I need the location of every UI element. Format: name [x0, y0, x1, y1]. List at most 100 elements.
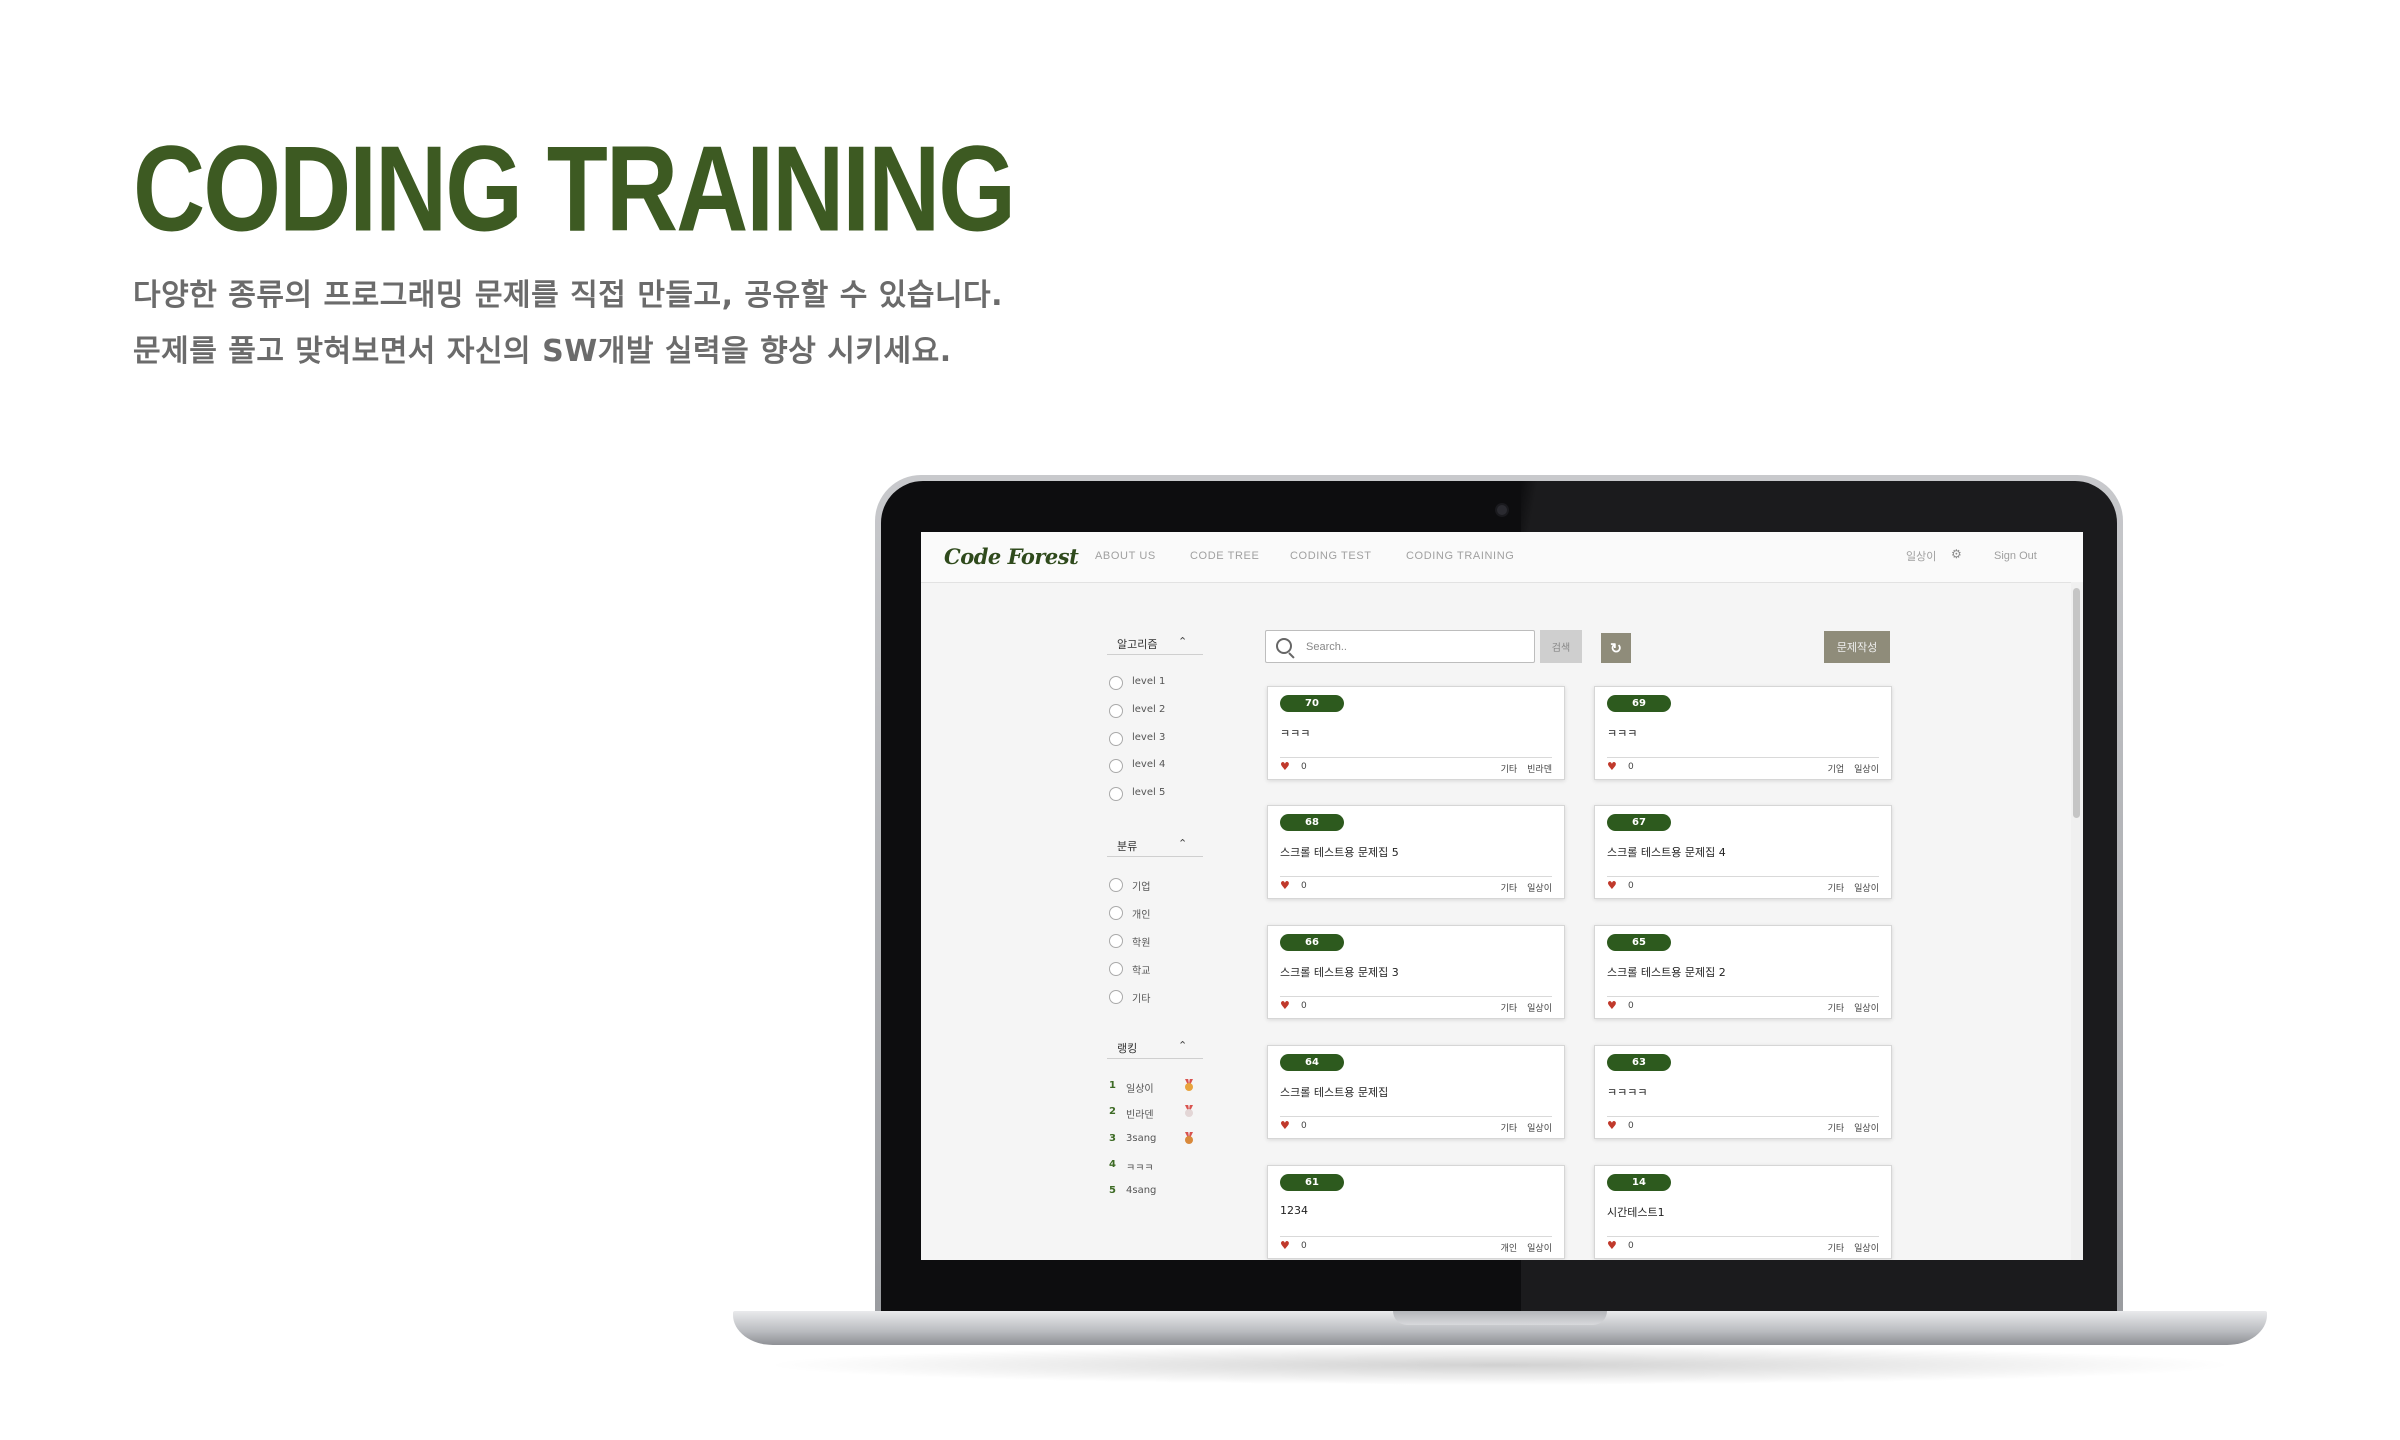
radio-button[interactable] — [1109, 934, 1123, 948]
nav-about-us[interactable]: ABOUT US — [1095, 550, 1156, 562]
radio-button[interactable] — [1109, 990, 1123, 1004]
heart-icon[interactable]: ♥ — [1607, 760, 1617, 773]
chevron-up-icon[interactable]: ⌃ — [1178, 635, 1187, 648]
problem-card[interactable]: 14 시간테스트1 ♥ 0 기타 일상이 — [1594, 1165, 1892, 1259]
laptop-shadow — [760, 1345, 2240, 1385]
radio-button[interactable] — [1109, 676, 1123, 690]
problem-author: 일상이 — [1854, 765, 1879, 775]
like-count: 0 — [1628, 1241, 1634, 1251]
problem-id-badge: 61 — [1280, 1174, 1344, 1191]
category-filter-label: 분류 — [1117, 840, 1138, 853]
app-screen: Code Forest ABOUT US CODE TREE CODING TE… — [921, 532, 2083, 1260]
like-count: 0 — [1301, 1121, 1307, 1131]
problem-category: 기타 — [1500, 884, 1518, 894]
nav-coding-test[interactable]: CODING TEST — [1290, 550, 1372, 562]
problem-card[interactable]: 64 스크롤 테스트용 문제집 ♥ 0 기타 일상이 — [1267, 1045, 1565, 1139]
heart-icon[interactable]: ♥ — [1280, 999, 1290, 1012]
problem-title[interactable]: 스크롤 테스트용 문제집 5 — [1280, 844, 1399, 860]
problem-category: 기타 — [1827, 1244, 1845, 1254]
search-button[interactable]: 검색 — [1540, 630, 1582, 663]
problem-card[interactable]: 69 ㅋㅋㅋ ♥ 0 기업 일상이 — [1594, 686, 1892, 780]
problem-id-badge: 69 — [1607, 695, 1671, 712]
problem-id-badge: 66 — [1280, 934, 1344, 951]
problem-card[interactable]: 67 스크롤 테스트용 문제집 4 ♥ 0 기타 일상이 — [1594, 805, 1892, 899]
heart-icon[interactable]: ♥ — [1607, 1119, 1617, 1132]
search-input[interactable] — [1306, 638, 1526, 656]
problem-id-badge: 67 — [1607, 814, 1671, 831]
like-count: 0 — [1628, 1001, 1634, 1011]
refresh-icon[interactable]: ↻ — [1601, 633, 1631, 663]
nav-code-tree[interactable]: CODE TREE — [1190, 550, 1259, 562]
heart-icon[interactable]: ♥ — [1280, 879, 1290, 892]
problem-card[interactable]: 68 스크롤 테스트용 문제집 5 ♥ 0 기타 일상이 — [1267, 805, 1565, 899]
nav-coding-training[interactable]: CODING TRAINING — [1406, 550, 1514, 562]
problem-title[interactable]: 스크롤 테스트용 문제집 2 — [1607, 964, 1726, 980]
scrollbar-thumb[interactable] — [2073, 588, 2080, 818]
radio-button[interactable] — [1109, 704, 1123, 718]
radio-button[interactable] — [1109, 759, 1123, 773]
heart-icon[interactable]: ♥ — [1280, 1119, 1290, 1132]
category-filter-header[interactable]: 분류 ⌃ — [1107, 836, 1203, 857]
heart-icon[interactable]: ♥ — [1607, 1239, 1617, 1252]
like-count: 0 — [1301, 881, 1307, 891]
problem-card[interactable]: 65 스크롤 테스트용 문제집 2 ♥ 0 기타 일상이 — [1594, 925, 1892, 1019]
problem-title[interactable]: 스크롤 테스트용 문제집 3 — [1280, 964, 1399, 980]
problem-title[interactable]: ㅋㅋㅋㅋ — [1607, 1084, 1647, 1100]
radio-button[interactable] — [1109, 878, 1123, 892]
radio-button[interactable] — [1109, 732, 1123, 746]
problem-card[interactable]: 66 스크롤 테스트용 문제집 3 ♥ 0 기타 일상이 — [1267, 925, 1565, 1019]
problem-author: 일상이 — [1527, 1124, 1552, 1134]
ranking-header[interactable]: 랭킹 ⌃ — [1107, 1038, 1203, 1059]
like-count: 0 — [1301, 1001, 1307, 1011]
like-count: 0 — [1628, 762, 1634, 772]
problem-author: 일상이 — [1854, 1244, 1879, 1254]
problem-card[interactable]: 70 ㅋㅋㅋ ♥ 0 기타 빈라덴 — [1267, 686, 1565, 780]
sign-out-link[interactable]: Sign Out — [1994, 550, 2037, 562]
problem-category: 기타 — [1500, 1004, 1518, 1014]
problem-title[interactable]: 스크롤 테스트용 문제집 4 — [1607, 844, 1726, 860]
heart-icon[interactable]: ♥ — [1607, 879, 1617, 892]
problem-author: 일상이 — [1854, 1124, 1879, 1134]
laptop-base-notch — [1393, 1311, 1607, 1325]
gear-icon[interactable]: ⚙ — [1951, 547, 1962, 561]
problem-title[interactable]: 스크롤 테스트용 문제집 — [1280, 1084, 1388, 1100]
problem-id-badge: 64 — [1280, 1054, 1344, 1071]
problem-card[interactable]: 63 ㅋㅋㅋㅋ ♥ 0 기타 일상이 — [1594, 1045, 1892, 1139]
brand-logo[interactable]: Code Forest — [944, 544, 1079, 569]
problem-category: 기타 — [1500, 765, 1518, 775]
like-count: 0 — [1628, 881, 1634, 891]
navbar: Code Forest ABOUT US CODE TREE CODING TE… — [921, 532, 2083, 583]
problem-author: 일상이 — [1527, 1004, 1552, 1014]
radio-button[interactable] — [1109, 906, 1123, 920]
gold-medal-icon — [1183, 1079, 1195, 1092]
problem-category: 기업 — [1827, 765, 1845, 775]
hero-title: CODING TRAINING — [133, 120, 1016, 258]
problem-id-badge: 68 — [1280, 814, 1344, 831]
heart-icon[interactable]: ♥ — [1280, 760, 1290, 773]
search-icon — [1276, 638, 1292, 654]
algorithm-filter-label: 알고리즘 — [1117, 638, 1158, 651]
search-box[interactable] — [1265, 630, 1535, 663]
heart-icon[interactable]: ♥ — [1607, 999, 1617, 1012]
problem-category: 기타 — [1827, 1124, 1845, 1134]
problem-title[interactable]: ㅋㅋㅋ — [1280, 725, 1310, 741]
problem-category: 기타 — [1827, 1004, 1845, 1014]
problem-title[interactable]: 1234 — [1280, 1204, 1308, 1217]
webcam-icon — [1495, 503, 1509, 517]
user-name[interactable]: 일상이 — [1906, 548, 1936, 564]
like-count: 0 — [1301, 762, 1307, 772]
silver-medal-icon — [1183, 1105, 1195, 1118]
problem-category: 기타 — [1500, 1124, 1518, 1134]
ranking-label: 랭킹 — [1117, 1042, 1138, 1055]
write-problem-button[interactable]: 문제작성 — [1824, 631, 1890, 663]
problem-title[interactable]: ㅋㅋㅋ — [1607, 725, 1637, 741]
algorithm-filter-header[interactable]: 알고리즘 ⌃ — [1107, 634, 1203, 655]
problem-id-badge: 70 — [1280, 695, 1344, 712]
problem-title[interactable]: 시간테스트1 — [1607, 1204, 1665, 1220]
radio-button[interactable] — [1109, 962, 1123, 976]
heart-icon[interactable]: ♥ — [1280, 1239, 1290, 1252]
radio-button[interactable] — [1109, 787, 1123, 801]
problem-card[interactable]: 61 1234 ♥ 0 개인 일상이 — [1267, 1165, 1565, 1259]
chevron-up-icon[interactable]: ⌃ — [1178, 1039, 1187, 1052]
chevron-up-icon[interactable]: ⌃ — [1178, 837, 1187, 850]
